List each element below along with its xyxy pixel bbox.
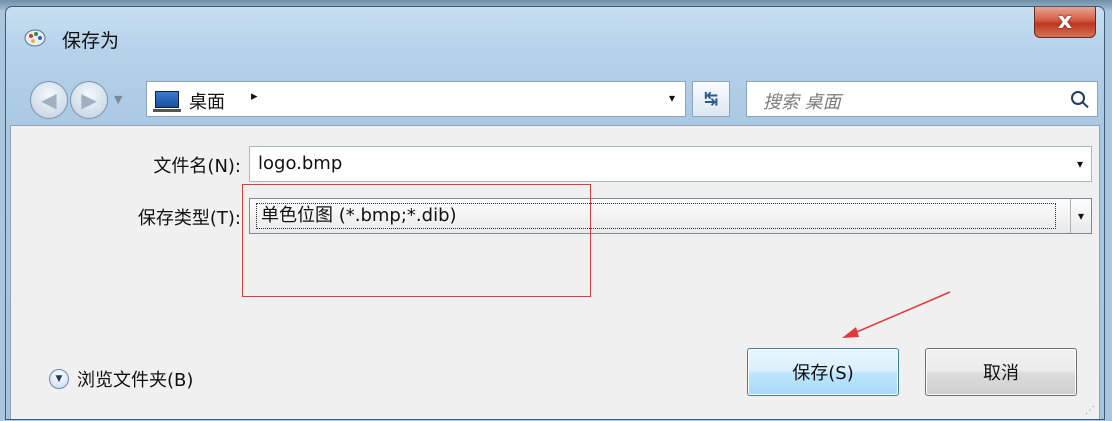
filename-field[interactable]: logo.bmp ▾ bbox=[249, 146, 1092, 182]
address-dropdown-icon[interactable]: ▾ bbox=[669, 91, 675, 105]
filename-label: 文件名(N): bbox=[153, 156, 241, 177]
close-icon: x bbox=[1057, 9, 1073, 34]
close-button[interactable]: x bbox=[1034, 7, 1096, 38]
desktop-icon bbox=[153, 91, 181, 112]
filetype-dropdown-icon[interactable]: ▾ bbox=[1070, 199, 1091, 233]
save-as-dialog: 保存为 x ◀ ▶ ▼ 桌面 ▸ ▾ ↹ 搜索 桌面 文件名(N): logo.… bbox=[5, 6, 1105, 420]
search-input[interactable]: 搜索 桌面 bbox=[746, 81, 1098, 117]
filename-value[interactable]: logo.bmp bbox=[258, 153, 342, 174]
search-icon[interactable] bbox=[1071, 91, 1085, 105]
browse-folders-label[interactable]: 浏览文件夹(B) bbox=[77, 366, 193, 392]
title-bar[interactable]: 保存为 x bbox=[6, 7, 1104, 52]
expand-icon: ▼ bbox=[49, 369, 69, 389]
window-title: 保存为 bbox=[62, 30, 120, 52]
filetype-label: 保存类型(T): bbox=[137, 208, 241, 229]
address-bar[interactable]: 桌面 ▸ ▾ bbox=[146, 81, 686, 117]
forward-button[interactable]: ▶ bbox=[70, 81, 108, 119]
back-button[interactable]: ◀ bbox=[30, 81, 68, 119]
filetype-value[interactable]: 单色位图 (*.bmp;*.dib) bbox=[256, 203, 1056, 229]
paint-palette-icon bbox=[24, 29, 46, 47]
dialog-content: 文件名(N): logo.bmp ▾ 保存类型(T): 单色位图 (*.bmp;… bbox=[10, 125, 1100, 419]
resize-grip-icon[interactable]: ⋰ bbox=[1085, 405, 1095, 416]
search-placeholder: 搜索 桌面 bbox=[763, 92, 841, 113]
save-button[interactable]: 保存(S) bbox=[747, 348, 899, 396]
forward-arrow-icon: ▶ bbox=[81, 88, 97, 112]
cancel-button[interactable]: 取消 bbox=[925, 348, 1077, 396]
filetype-select[interactable]: 单色位图 (*.bmp;*.dib) ▾ bbox=[249, 198, 1092, 234]
breadcrumb-chevron-icon[interactable]: ▸ bbox=[251, 89, 258, 104]
refresh-button[interactable]: ↹ bbox=[692, 81, 730, 117]
address-location[interactable]: 桌面 bbox=[189, 88, 225, 114]
browse-folders-toggle[interactable]: ▼ 浏览文件夹(B) bbox=[49, 366, 193, 392]
filename-dropdown-icon[interactable]: ▾ bbox=[1077, 157, 1083, 171]
back-arrow-icon: ◀ bbox=[41, 88, 57, 112]
recent-locations-dropdown[interactable]: ▼ bbox=[114, 93, 122, 106]
refresh-icon: ↹ bbox=[703, 89, 719, 109]
